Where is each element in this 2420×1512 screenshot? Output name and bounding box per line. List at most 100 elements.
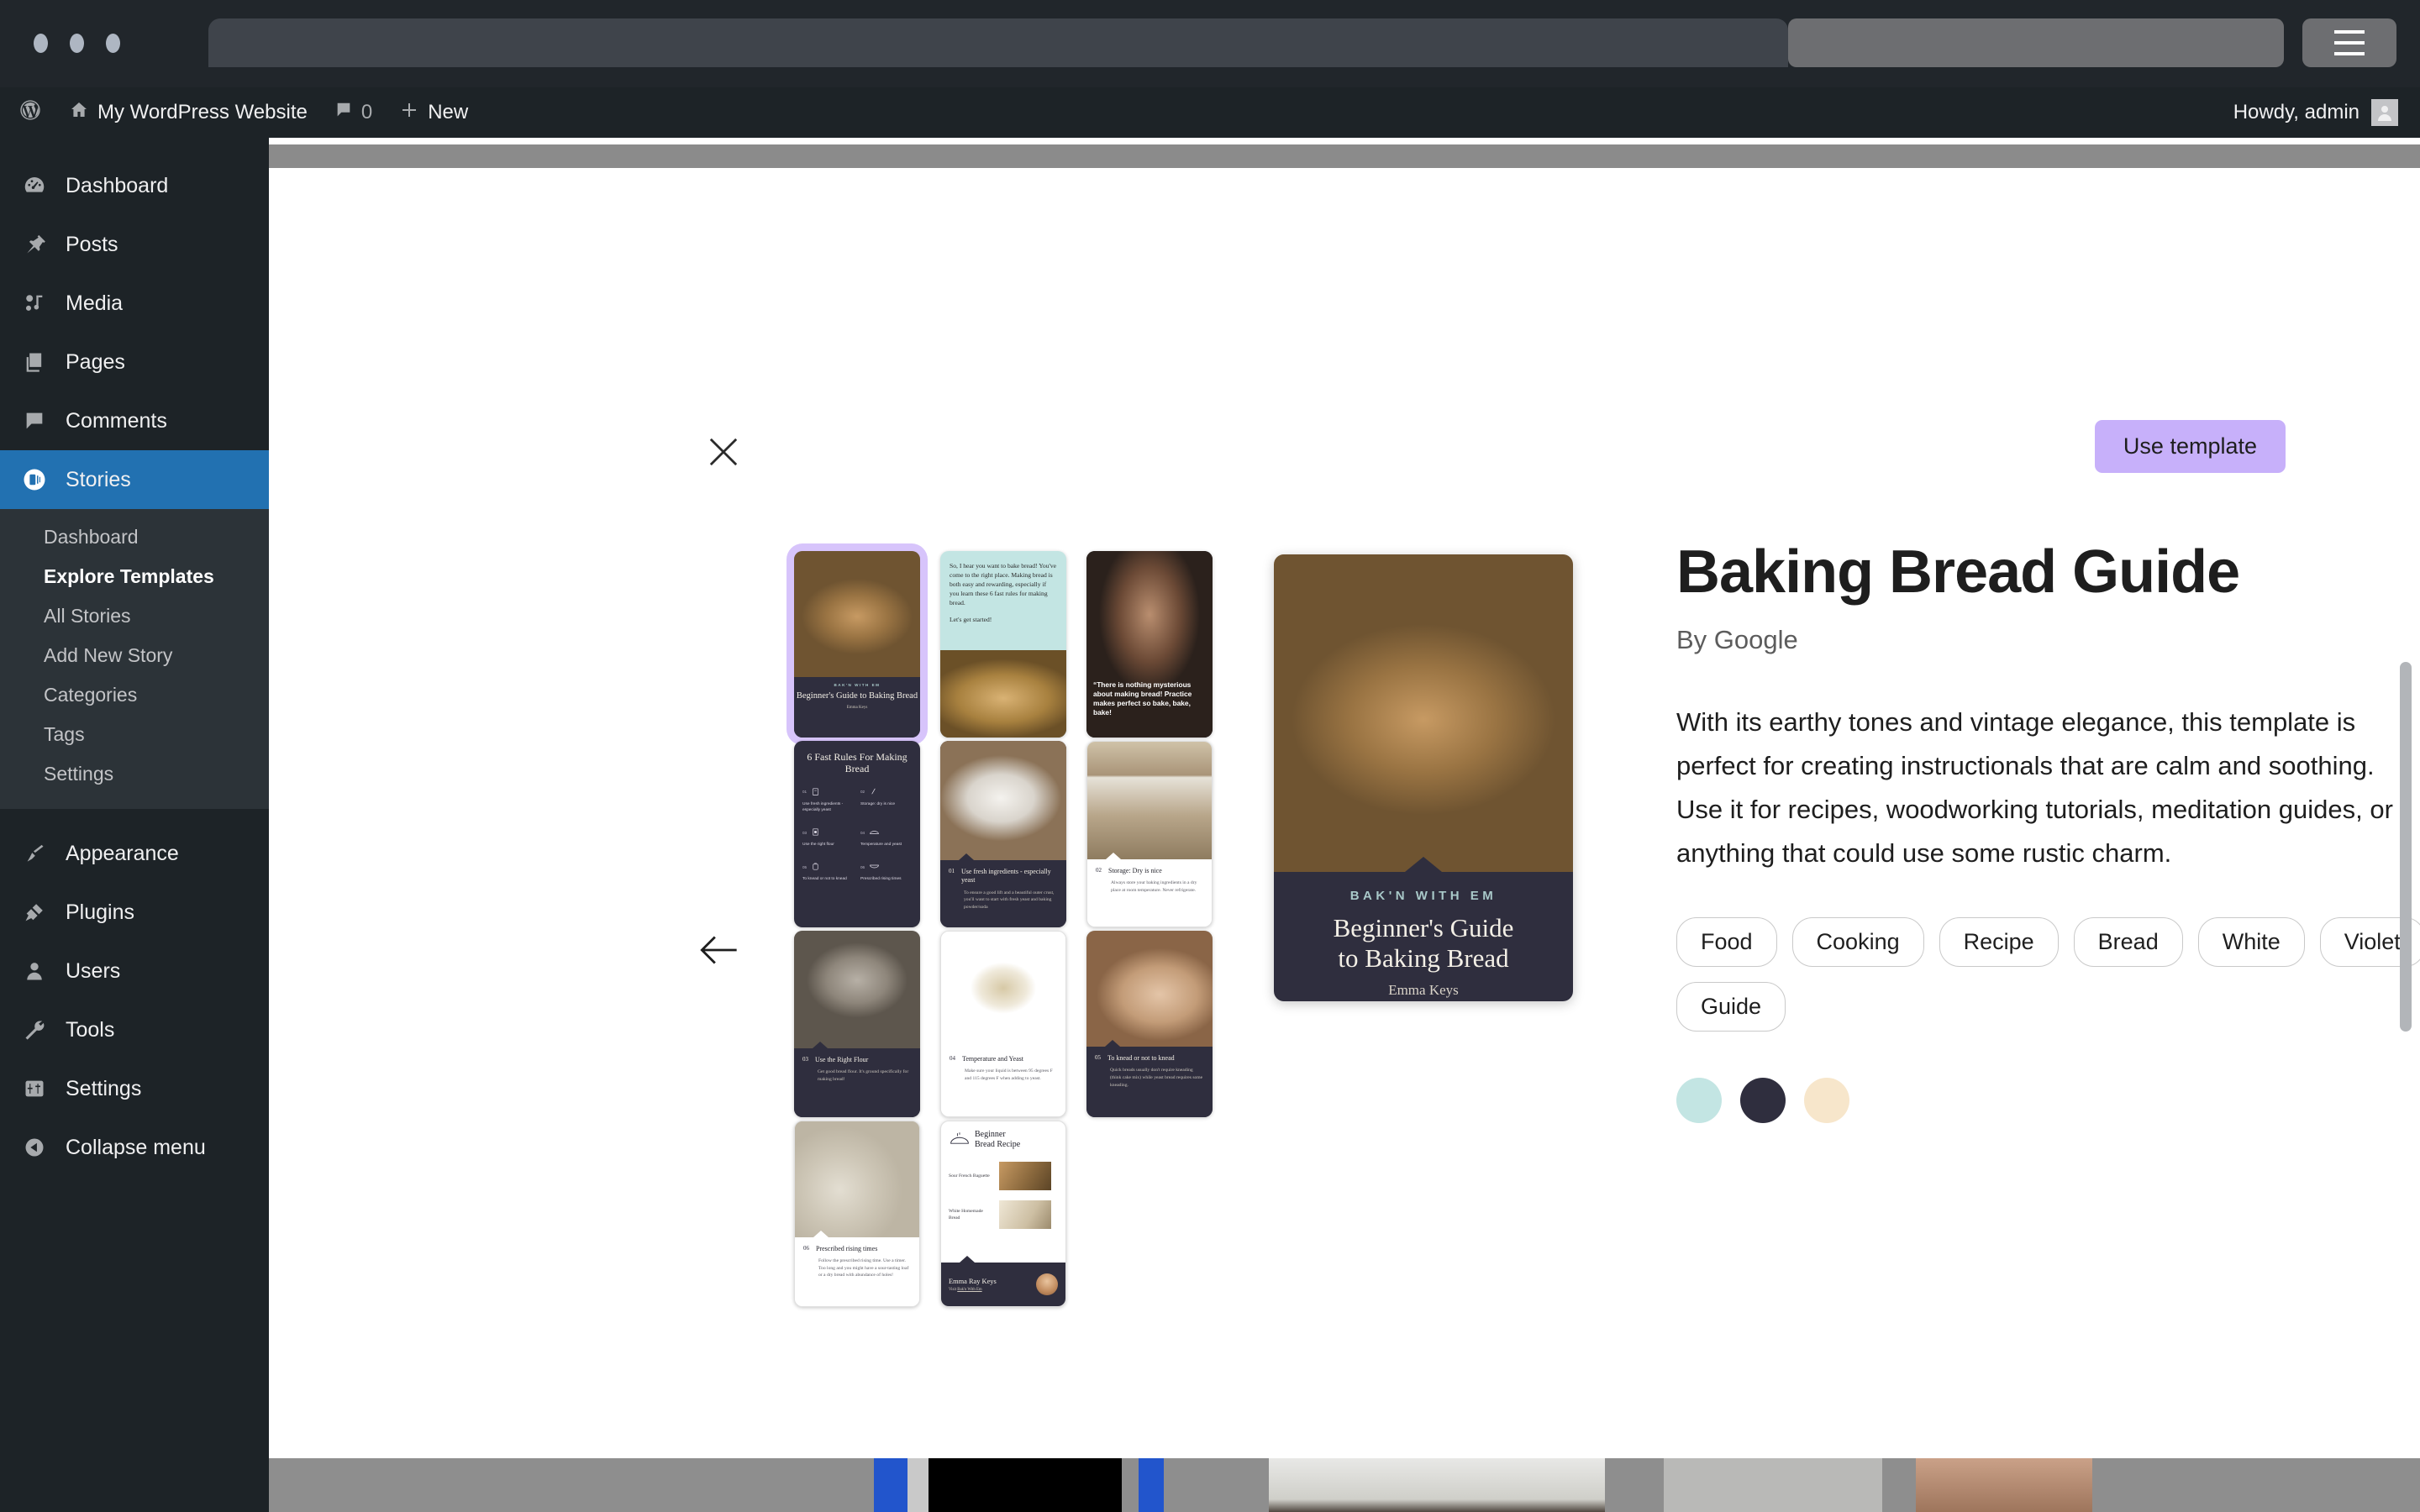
sidebar-item-stories[interactable]: Stories <box>0 450 269 509</box>
template-color-swatches <box>1676 1078 2420 1124</box>
sidebar-item-label: Collapse menu <box>66 1135 206 1159</box>
canister-icon <box>811 827 820 837</box>
rule-text: Storage: dry is nice <box>860 801 896 806</box>
sidebar-item-media[interactable]: Media <box>0 274 269 333</box>
recipe-title-line1: Beginner <box>975 1130 1006 1139</box>
submenu-item-dashboard[interactable]: Dashboard <box>0 517 269 557</box>
hero-title-line1: Beginner's Guide <box>1333 913 1514 942</box>
step-title: Prescribed rising times <box>816 1245 878 1252</box>
backdrop-card-thumb <box>1139 1458 1164 1512</box>
sidebar-item-tools[interactable]: Tools <box>0 1000 269 1059</box>
page-thumbnail[interactable]: 02 Storage: Dry is nice Always store you… <box>1086 741 1213 927</box>
page-thumbnail[interactable]: 01 Use fresh ingredients - especially ye… <box>940 741 1066 927</box>
submenu-item-settings[interactable]: Settings <box>0 754 269 794</box>
thumb-body: So, I hear you want to bake bread! You'v… <box>950 562 1057 606</box>
submenu-item-explore-templates[interactable]: Explore Templates <box>0 557 269 596</box>
page-thumbnail[interactable]: BAK'N WITH EM Beginner's Guide to Baking… <box>794 551 920 738</box>
tag-chip[interactable]: Recipe <box>1939 917 2059 968</box>
page-thumbnail[interactable]: Beginner Bread Recipe Sour French Baguet… <box>940 1121 1066 1307</box>
loaf-outline-icon <box>949 1131 971 1149</box>
page-thumbnail[interactable]: 04 Temperature and Yeast Make sure your … <box>940 931 1066 1117</box>
tag-chip[interactable]: Guide <box>1676 982 1786 1032</box>
submenu-item-add-new-story[interactable]: Add New Story <box>0 636 269 675</box>
tag-chip[interactable]: Food <box>1676 917 1777 968</box>
template-preview-card[interactable]: BAK'N WITH EM Beginner's Guide to Baking… <box>1274 554 1573 1001</box>
sidebar-item-appearance[interactable]: Appearance <box>0 824 269 883</box>
sidebar-item-posts[interactable]: Posts <box>0 215 269 274</box>
use-template-button[interactable]: Use template <box>2094 420 2286 473</box>
thumb-quote: “There is nothing mysterious about makin… <box>1093 680 1192 717</box>
recipe-title-line2: Bread Recipe <box>975 1140 1021 1149</box>
step-title: Use the Right Flour <box>815 1056 869 1063</box>
avatar[interactable] <box>2371 99 2398 126</box>
rule-number: 06 <box>860 864 865 869</box>
hero-notch <box>1405 857 1442 872</box>
minimize-window-button[interactable] <box>70 34 84 53</box>
submenu-item-tags[interactable]: Tags <box>0 715 269 754</box>
rule-number: 01 <box>802 790 808 795</box>
step-number: 05 <box>1095 1054 1101 1061</box>
modal-scrollbar-thumb[interactable] <box>2400 662 2412 1032</box>
template-page-thumbnails: BAK'N WITH EM Beginner's Guide to Baking… <box>794 551 1228 1307</box>
backdrop-card-thumb <box>874 1458 908 1512</box>
modal-scrollbar-track[interactable] <box>2396 168 2412 1438</box>
sidebar-item-label: Pages <box>66 349 125 374</box>
sidebar-item-settings[interactable]: Settings <box>0 1059 269 1118</box>
wrench-icon <box>20 1018 49 1042</box>
rule-item: 03 Use the right flour <box>802 827 854 848</box>
tag-chip[interactable]: White <box>2197 917 2305 968</box>
wordpress-logo-button[interactable] <box>0 87 55 138</box>
address-bar[interactable] <box>208 18 1788 67</box>
submenu-item-all-stories[interactable]: All Stories <box>0 596 269 636</box>
visit-prefix: Visit <box>949 1287 957 1292</box>
comment-bubble-icon <box>334 101 353 125</box>
step-body: Make sure your liquid is between 95 degr… <box>965 1068 1053 1082</box>
comments-button[interactable]: 0 <box>321 87 386 138</box>
arrow-left-icon[interactable] <box>693 924 745 976</box>
comments-count: 0 <box>360 101 373 123</box>
tag-chip[interactable]: Bread <box>2073 917 2183 968</box>
close-icon[interactable] <box>702 430 745 474</box>
sidebar-item-label: Comments <box>66 408 167 433</box>
step-title: Temperature and Yeast <box>962 1055 1023 1063</box>
sidebar-item-label: Tools <box>66 1017 115 1042</box>
rule-text: Use fresh ingredients - especially yeast <box>802 801 844 812</box>
hamburger-line <box>2334 52 2365 55</box>
visit-link[interactable]: Bak'n With Em <box>957 1288 981 1292</box>
step-number: 01 <box>949 868 955 874</box>
page-thumbnail[interactable]: So, I hear you want to bake bread! You'v… <box>940 551 1066 738</box>
sidebar-item-pages[interactable]: Pages <box>0 333 269 391</box>
hero-brand: BAK'N WITH EM <box>1349 889 1497 903</box>
new-content-button[interactable]: New <box>386 87 481 138</box>
browser-search-field[interactable] <box>1788 18 2284 67</box>
sidebar-item-comments[interactable]: Comments <box>0 391 269 450</box>
sidebar-item-plugins[interactable]: Plugins <box>0 883 269 942</box>
thumb-author: Emma Keys <box>846 705 868 710</box>
page-thumbnail[interactable]: “There is nothing mysterious about makin… <box>1086 551 1213 738</box>
submenu-item-categories[interactable]: Categories <box>0 675 269 715</box>
sidebar-item-users[interactable]: Users <box>0 942 269 1000</box>
sidebar-item-label: Posts <box>66 232 118 256</box>
page-thumbnail[interactable]: 03 Use the Right Flour Get good bread fl… <box>794 931 920 1117</box>
close-window-button[interactable] <box>34 34 48 53</box>
sidebar-item-collapse-menu[interactable]: Collapse menu <box>0 1118 269 1177</box>
rule-item: 01 Use fresh ingredients - especially ye… <box>802 787 854 813</box>
maximize-window-button[interactable] <box>106 34 120 53</box>
admin-bar-account[interactable]: Howdy, admin <box>2233 99 2420 126</box>
sidebar-item-dashboard[interactable]: Dashboard <box>0 156 269 215</box>
page-thumbnail[interactable]: 6 Fast Rules For Making Bread 01 Use fre… <box>794 741 920 927</box>
recipe-author: Emma Ray Keys <box>949 1277 997 1285</box>
window-traffic-lights[interactable] <box>34 34 120 53</box>
settings-sliders-icon <box>20 1077 49 1100</box>
tag-chip[interactable]: Cooking <box>1791 917 1924 968</box>
plug-icon <box>20 900 49 924</box>
stories-submenu: Dashboard Explore Templates All Stories … <box>0 509 269 809</box>
template-description: With its earthy tones and vintage elegan… <box>1676 707 2393 869</box>
page-thumbnail[interactable]: 06 Prescribed rising times Follow the pr… <box>794 1121 920 1307</box>
flour-bag-icon <box>811 787 820 797</box>
site-name-button[interactable]: My WordPress Website <box>55 87 321 138</box>
pages-icon <box>20 350 49 374</box>
hamburger-menu-icon[interactable] <box>2302 18 2396 67</box>
page-thumbnail[interactable]: 05 To knead or not to knead Quick breads… <box>1086 931 1213 1117</box>
sidebar-item-label: Users <box>66 958 121 983</box>
